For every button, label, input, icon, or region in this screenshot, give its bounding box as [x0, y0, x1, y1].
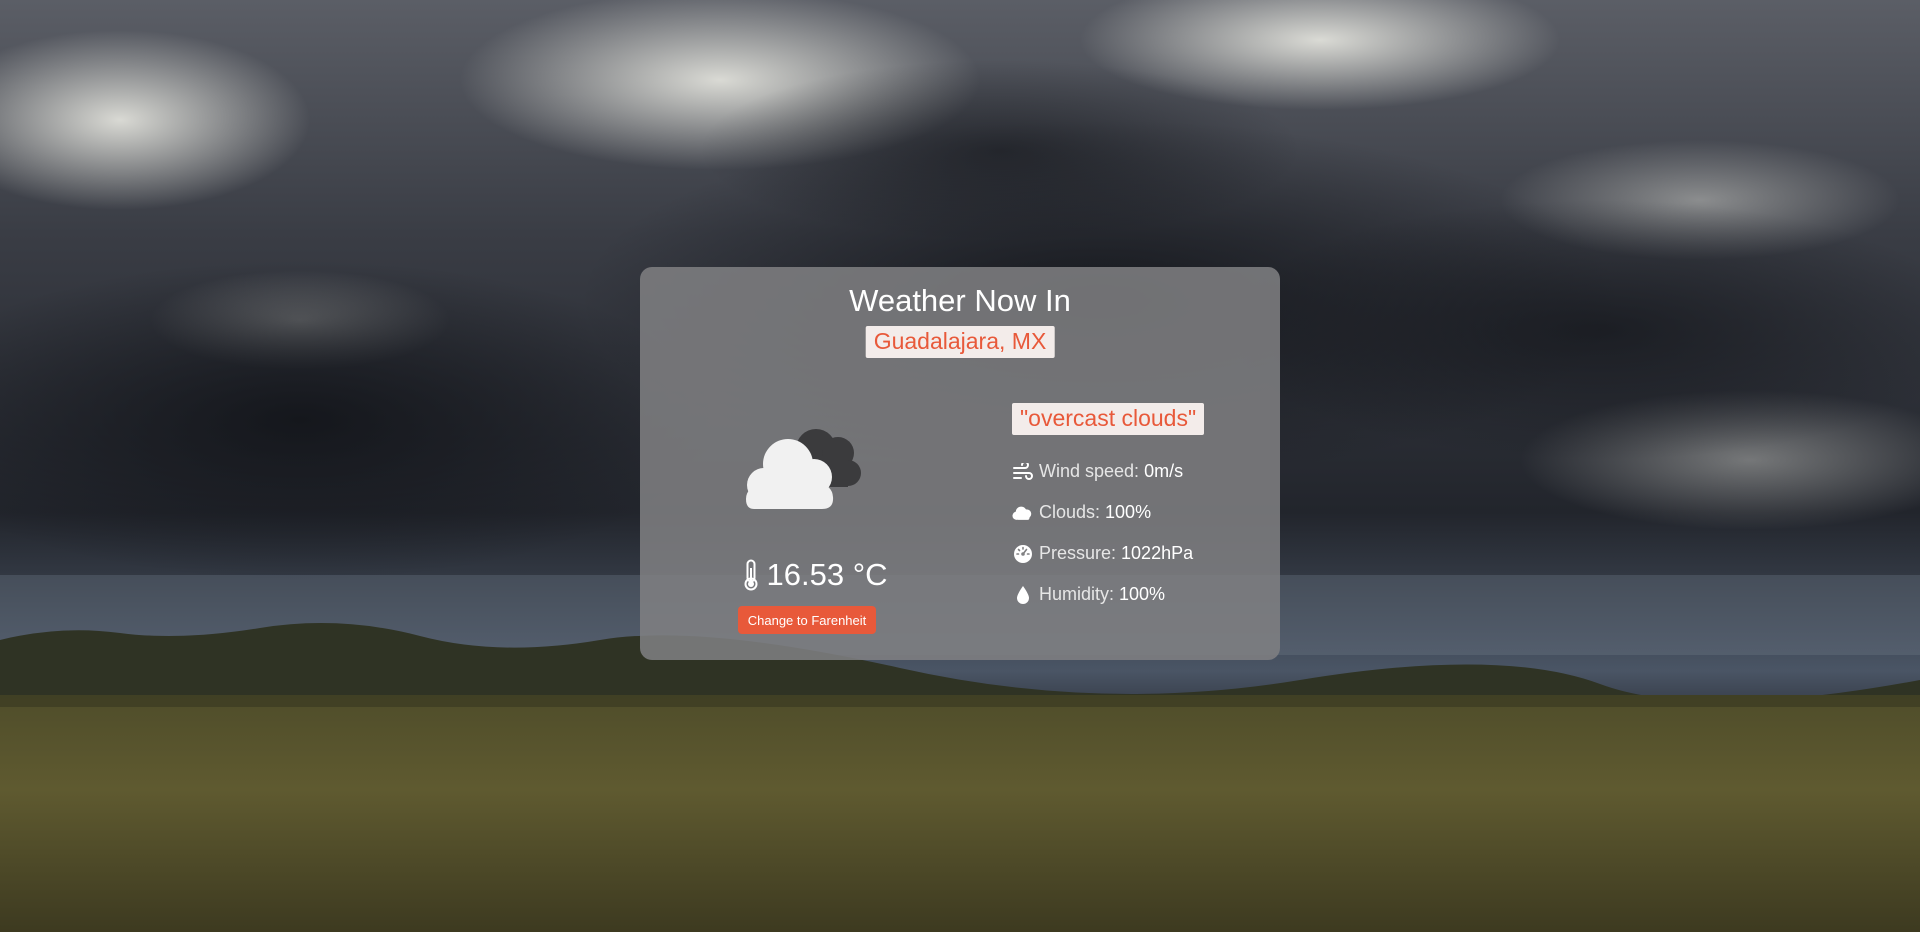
- cloud-icon: [1012, 502, 1034, 524]
- weather-card: Weather Now In Guadalajara, MX 16.53 °C …: [640, 267, 1280, 660]
- weather-description: "overcast clouds": [1012, 403, 1205, 435]
- location-label: Guadalajara, MX: [865, 326, 1055, 358]
- overcast-clouds-icon: [736, 409, 876, 519]
- pressure-value: 1022hPa: [1121, 543, 1194, 563]
- humidity-value: 100%: [1119, 584, 1166, 604]
- clouds-value: 100%: [1105, 502, 1152, 522]
- temperature-value: 16.53 °C: [766, 557, 888, 592]
- wind-speed-value: 0m/s: [1144, 461, 1184, 481]
- humidity-label: Humidity:: [1039, 584, 1115, 604]
- temperature-display: 16.53 °C: [730, 557, 900, 593]
- gauge-icon: [1012, 543, 1034, 565]
- wind-speed-stat: Wind speed: 0m/s: [1012, 451, 1193, 492]
- wind-speed-label: Wind speed:: [1039, 461, 1140, 481]
- clouds-stat: Clouds: 100%: [1012, 492, 1193, 533]
- clouds-label: Clouds:: [1039, 502, 1101, 522]
- pressure-stat: Pressure: 1022hPa: [1012, 533, 1193, 574]
- change-to-farenheit-button[interactable]: Change to Farenheit: [738, 606, 876, 634]
- droplet-icon: [1012, 584, 1034, 606]
- weather-stats: Wind speed: 0m/s Clouds: 100% Pressure: …: [1012, 451, 1193, 615]
- card-title: Weather Now In: [849, 283, 1071, 318]
- pressure-label: Pressure:: [1039, 543, 1117, 563]
- wind-icon: [1012, 461, 1034, 483]
- thermometer-icon: [743, 559, 759, 591]
- humidity-stat: Humidity: 100%: [1012, 574, 1193, 615]
